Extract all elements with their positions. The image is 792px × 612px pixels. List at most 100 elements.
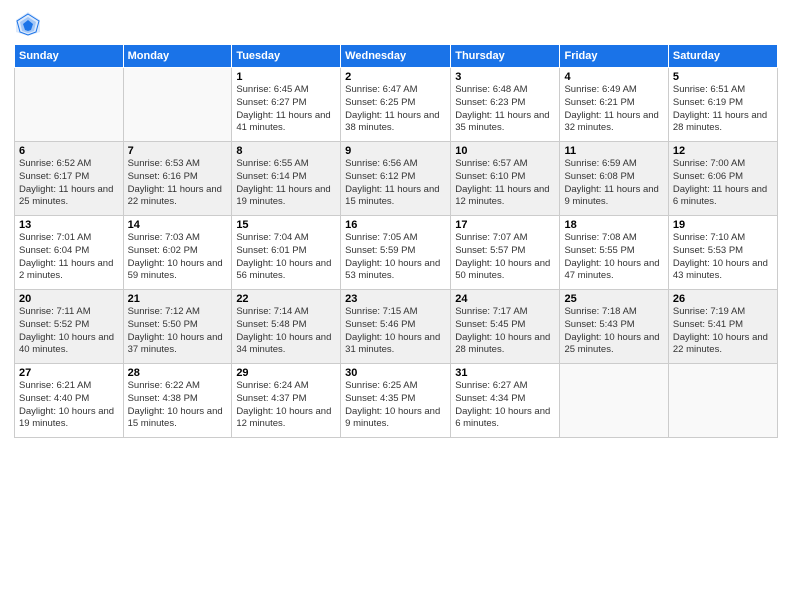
calendar-cell: 14Sunrise: 7:03 AMSunset: 6:02 PMDayligh…	[123, 216, 232, 290]
day-detail: Sunrise: 7:19 AMSunset: 5:41 PMDaylight:…	[673, 306, 773, 357]
day-number: 11	[564, 145, 663, 157]
calendar-cell: 7Sunrise: 6:53 AMSunset: 6:16 PMDaylight…	[123, 142, 232, 216]
day-detail: Sunrise: 6:45 AMSunset: 6:27 PMDaylight:…	[236, 84, 336, 135]
day-detail: Sunrise: 7:05 AMSunset: 5:59 PMDaylight:…	[345, 232, 446, 283]
calendar-header-row: SundayMondayTuesdayWednesdayThursdayFrid…	[15, 45, 778, 68]
calendar-cell: 25Sunrise: 7:18 AMSunset: 5:43 PMDayligh…	[560, 290, 668, 364]
calendar-header-saturday: Saturday	[668, 45, 777, 68]
day-number: 18	[564, 219, 663, 231]
calendar-cell: 21Sunrise: 7:12 AMSunset: 5:50 PMDayligh…	[123, 290, 232, 364]
day-detail: Sunrise: 7:17 AMSunset: 5:45 PMDaylight:…	[455, 306, 555, 357]
calendar-header-tuesday: Tuesday	[232, 45, 341, 68]
day-number: 1	[236, 71, 336, 83]
day-detail: Sunrise: 6:52 AMSunset: 6:17 PMDaylight:…	[19, 158, 119, 209]
day-number: 5	[673, 71, 773, 83]
day-detail: Sunrise: 7:00 AMSunset: 6:06 PMDaylight:…	[673, 158, 773, 209]
day-detail: Sunrise: 7:01 AMSunset: 6:04 PMDaylight:…	[19, 232, 119, 283]
day-number: 20	[19, 293, 119, 305]
page: SundayMondayTuesdayWednesdayThursdayFrid…	[0, 0, 792, 612]
day-detail: Sunrise: 7:08 AMSunset: 5:55 PMDaylight:…	[564, 232, 663, 283]
calendar-cell: 20Sunrise: 7:11 AMSunset: 5:52 PMDayligh…	[15, 290, 124, 364]
calendar-week-row: 1Sunrise: 6:45 AMSunset: 6:27 PMDaylight…	[15, 68, 778, 142]
calendar-cell	[15, 68, 124, 142]
calendar-cell: 19Sunrise: 7:10 AMSunset: 5:53 PMDayligh…	[668, 216, 777, 290]
calendar-week-row: 20Sunrise: 7:11 AMSunset: 5:52 PMDayligh…	[15, 290, 778, 364]
calendar-cell	[123, 68, 232, 142]
header	[14, 10, 778, 38]
logo-icon	[14, 10, 42, 38]
day-number: 19	[673, 219, 773, 231]
day-number: 30	[345, 367, 446, 379]
day-detail: Sunrise: 7:10 AMSunset: 5:53 PMDaylight:…	[673, 232, 773, 283]
calendar-cell	[560, 364, 668, 438]
day-detail: Sunrise: 7:04 AMSunset: 6:01 PMDaylight:…	[236, 232, 336, 283]
calendar-cell	[668, 364, 777, 438]
calendar-week-row: 13Sunrise: 7:01 AMSunset: 6:04 PMDayligh…	[15, 216, 778, 290]
day-detail: Sunrise: 7:14 AMSunset: 5:48 PMDaylight:…	[236, 306, 336, 357]
day-number: 10	[455, 145, 555, 157]
calendar-cell: 6Sunrise: 6:52 AMSunset: 6:17 PMDaylight…	[15, 142, 124, 216]
calendar-cell: 27Sunrise: 6:21 AMSunset: 4:40 PMDayligh…	[15, 364, 124, 438]
day-number: 28	[128, 367, 228, 379]
day-number: 6	[19, 145, 119, 157]
day-number: 14	[128, 219, 228, 231]
day-detail: Sunrise: 6:22 AMSunset: 4:38 PMDaylight:…	[128, 380, 228, 431]
calendar-header-friday: Friday	[560, 45, 668, 68]
day-number: 31	[455, 367, 555, 379]
day-detail: Sunrise: 7:03 AMSunset: 6:02 PMDaylight:…	[128, 232, 228, 283]
day-detail: Sunrise: 7:12 AMSunset: 5:50 PMDaylight:…	[128, 306, 228, 357]
day-number: 2	[345, 71, 446, 83]
day-detail: Sunrise: 6:27 AMSunset: 4:34 PMDaylight:…	[455, 380, 555, 431]
day-detail: Sunrise: 7:18 AMSunset: 5:43 PMDaylight:…	[564, 306, 663, 357]
day-detail: Sunrise: 7:07 AMSunset: 5:57 PMDaylight:…	[455, 232, 555, 283]
day-detail: Sunrise: 6:24 AMSunset: 4:37 PMDaylight:…	[236, 380, 336, 431]
day-number: 17	[455, 219, 555, 231]
day-number: 3	[455, 71, 555, 83]
calendar-cell: 3Sunrise: 6:48 AMSunset: 6:23 PMDaylight…	[451, 68, 560, 142]
day-detail: Sunrise: 7:15 AMSunset: 5:46 PMDaylight:…	[345, 306, 446, 357]
calendar-cell: 18Sunrise: 7:08 AMSunset: 5:55 PMDayligh…	[560, 216, 668, 290]
calendar-cell: 17Sunrise: 7:07 AMSunset: 5:57 PMDayligh…	[451, 216, 560, 290]
calendar-cell: 2Sunrise: 6:47 AMSunset: 6:25 PMDaylight…	[341, 68, 451, 142]
day-number: 21	[128, 293, 228, 305]
day-detail: Sunrise: 6:55 AMSunset: 6:14 PMDaylight:…	[236, 158, 336, 209]
day-detail: Sunrise: 6:48 AMSunset: 6:23 PMDaylight:…	[455, 84, 555, 135]
day-detail: Sunrise: 6:25 AMSunset: 4:35 PMDaylight:…	[345, 380, 446, 431]
calendar-table: SundayMondayTuesdayWednesdayThursdayFrid…	[14, 44, 778, 438]
day-number: 12	[673, 145, 773, 157]
calendar-cell: 12Sunrise: 7:00 AMSunset: 6:06 PMDayligh…	[668, 142, 777, 216]
day-number: 15	[236, 219, 336, 231]
day-number: 9	[345, 145, 446, 157]
calendar-cell: 31Sunrise: 6:27 AMSunset: 4:34 PMDayligh…	[451, 364, 560, 438]
day-detail: Sunrise: 6:53 AMSunset: 6:16 PMDaylight:…	[128, 158, 228, 209]
logo	[14, 10, 44, 38]
calendar-cell: 5Sunrise: 6:51 AMSunset: 6:19 PMDaylight…	[668, 68, 777, 142]
calendar-cell: 9Sunrise: 6:56 AMSunset: 6:12 PMDaylight…	[341, 142, 451, 216]
calendar-header-monday: Monday	[123, 45, 232, 68]
day-number: 13	[19, 219, 119, 231]
calendar-cell: 22Sunrise: 7:14 AMSunset: 5:48 PMDayligh…	[232, 290, 341, 364]
calendar-header-sunday: Sunday	[15, 45, 124, 68]
day-number: 25	[564, 293, 663, 305]
calendar-cell: 8Sunrise: 6:55 AMSunset: 6:14 PMDaylight…	[232, 142, 341, 216]
day-detail: Sunrise: 6:51 AMSunset: 6:19 PMDaylight:…	[673, 84, 773, 135]
calendar-cell: 16Sunrise: 7:05 AMSunset: 5:59 PMDayligh…	[341, 216, 451, 290]
calendar-header-thursday: Thursday	[451, 45, 560, 68]
day-detail: Sunrise: 6:59 AMSunset: 6:08 PMDaylight:…	[564, 158, 663, 209]
day-number: 29	[236, 367, 336, 379]
day-number: 7	[128, 145, 228, 157]
day-detail: Sunrise: 6:57 AMSunset: 6:10 PMDaylight:…	[455, 158, 555, 209]
calendar-cell: 10Sunrise: 6:57 AMSunset: 6:10 PMDayligh…	[451, 142, 560, 216]
day-detail: Sunrise: 6:21 AMSunset: 4:40 PMDaylight:…	[19, 380, 119, 431]
calendar-cell: 23Sunrise: 7:15 AMSunset: 5:46 PMDayligh…	[341, 290, 451, 364]
day-detail: Sunrise: 6:56 AMSunset: 6:12 PMDaylight:…	[345, 158, 446, 209]
day-number: 23	[345, 293, 446, 305]
day-number: 16	[345, 219, 446, 231]
day-number: 27	[19, 367, 119, 379]
day-detail: Sunrise: 7:11 AMSunset: 5:52 PMDaylight:…	[19, 306, 119, 357]
calendar-week-row: 27Sunrise: 6:21 AMSunset: 4:40 PMDayligh…	[15, 364, 778, 438]
calendar-cell: 30Sunrise: 6:25 AMSunset: 4:35 PMDayligh…	[341, 364, 451, 438]
day-detail: Sunrise: 6:49 AMSunset: 6:21 PMDaylight:…	[564, 84, 663, 135]
day-number: 26	[673, 293, 773, 305]
calendar-cell: 28Sunrise: 6:22 AMSunset: 4:38 PMDayligh…	[123, 364, 232, 438]
